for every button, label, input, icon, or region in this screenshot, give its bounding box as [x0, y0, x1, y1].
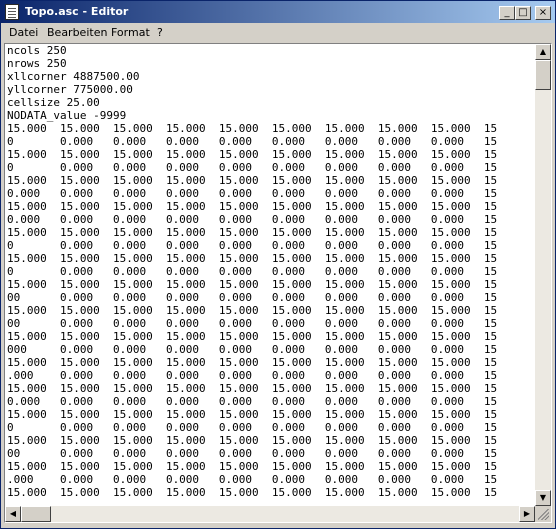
scroll-left-button[interactable]: ◀: [5, 506, 21, 522]
text-line: .000 0.000 0.000 0.000 0.000 0.000 0.000…: [7, 473, 498, 486]
text-line: 0 0.000 0.000 0.000 0.000 0.000 0.000 0.…: [7, 239, 498, 252]
text-line: 00 0.000 0.000 0.000 0.000 0.000 0.000 0…: [7, 291, 498, 304]
size-grip[interactable]: [535, 506, 551, 522]
text-line: 15.000 15.000 15.000 15.000 15.000 15.00…: [7, 148, 498, 161]
menu-bar: Datei Bearbeiten Format ?: [1, 23, 555, 42]
text-line: 0 0.000 0.000 0.000 0.000 0.000 0.000 0.…: [7, 421, 498, 434]
menu-format[interactable]: Format: [111, 26, 150, 39]
menu-help[interactable]: ?: [157, 26, 163, 39]
text-line: 15.000 15.000 15.000 15.000 15.000 15.00…: [7, 460, 498, 473]
text-line: nrows 250: [7, 57, 67, 70]
scroll-right-button[interactable]: ▶: [519, 506, 535, 522]
resize-grip-icon: [538, 509, 549, 520]
maximize-button[interactable]: □: [515, 6, 531, 20]
window-title: Topo.asc - Editor: [25, 5, 129, 18]
text-line: 15.000 15.000 15.000 15.000 15.000 15.00…: [7, 408, 498, 421]
text-line: 00 0.000 0.000 0.000 0.000 0.000 0.000 0…: [7, 317, 498, 330]
minimize-button[interactable]: _: [499, 6, 515, 20]
text-line: 15.000 15.000 15.000 15.000 15.000 15.00…: [7, 278, 498, 291]
text-line: ncols 250: [7, 44, 67, 57]
text-line: 15.000 15.000 15.000 15.000 15.000 15.00…: [7, 122, 498, 135]
text-line: 0 0.000 0.000 0.000 0.000 0.000 0.000 0.…: [7, 135, 498, 148]
file-content[interactable]: ncols 250 nrows 250 xllcorner 4887500.00 yl…: [7, 44, 534, 500]
text-line: 15.000 15.000 15.000 15.000 15.000 15.00…: [7, 382, 498, 395]
text-line: 15.000 15.000 15.000 15.000 15.000 15.00…: [7, 330, 498, 343]
close-button[interactable]: ×: [535, 6, 551, 20]
text-line: 15.000 15.000 15.000 15.000 15.000 15.00…: [7, 174, 498, 187]
scroll-up-button[interactable]: ▲: [535, 44, 551, 60]
title-bar[interactable]: Topo.asc - Editor _ □ ×: [1, 1, 555, 23]
text-line: yllcorner 775000.00: [7, 83, 133, 96]
text-line: xllcorner 4887500.00: [7, 70, 140, 83]
text-editor[interactable]: ncols 250 nrows 250 xllcorner 4887500.00 yl…: [4, 43, 552, 523]
text-line: 00 0.000 0.000 0.000 0.000 0.000 0.000 0…: [7, 447, 498, 460]
text-line: 15.000 15.000 15.000 15.000 15.000 15.00…: [7, 434, 498, 447]
horizontal-scrollbar[interactable]: ◀ ▶: [5, 506, 535, 522]
horizontal-scroll-thumb[interactable]: [21, 506, 51, 522]
vertical-scroll-thumb[interactable]: [535, 60, 551, 90]
text-line: 15.000 15.000 15.000 15.000 15.000 15.00…: [7, 252, 498, 265]
editor-window: Topo.asc - Editor _ □ × Datei Bearbeiten…: [0, 0, 556, 529]
text-line: 000 0.000 0.000 0.000 0.000 0.000 0.000 …: [7, 343, 498, 356]
text-line: 0.000 0.000 0.000 0.000 0.000 0.000 0.00…: [7, 213, 498, 226]
notepad-icon[interactable]: [5, 4, 19, 20]
text-line: 15.000 15.000 15.000 15.000 15.000 15.00…: [7, 356, 498, 369]
text-line: 15.000 15.000 15.000 15.000 15.000 15.00…: [7, 226, 498, 239]
text-line: 0.000 0.000 0.000 0.000 0.000 0.000 0.00…: [7, 187, 498, 200]
menu-bearbeiten[interactable]: Bearbeiten: [47, 26, 107, 39]
text-line: NODATA_value -9999: [7, 109, 127, 122]
text-line: .000 0.000 0.000 0.000 0.000 0.000 0.000…: [7, 369, 498, 382]
text-line: 0 0.000 0.000 0.000 0.000 0.000 0.000 0.…: [7, 161, 498, 174]
text-line: cellsize 25.00: [7, 96, 100, 109]
text-line: 15.000 15.000 15.000 15.000 15.000 15.00…: [7, 200, 498, 213]
text-line: 15.000 15.000 15.000 15.000 15.000 15.00…: [7, 304, 498, 317]
menu-datei[interactable]: Datei: [9, 26, 38, 39]
scroll-down-button[interactable]: ▼: [535, 490, 551, 506]
text-line: 0.000 0.000 0.000 0.000 0.000 0.000 0.00…: [7, 395, 498, 408]
vertical-scrollbar[interactable]: ▲ ▼: [535, 44, 551, 506]
text-line: 15.000 15.000 15.000 15.000 15.000 15.00…: [7, 486, 498, 499]
text-line: 0 0.000 0.000 0.000 0.000 0.000 0.000 0.…: [7, 265, 498, 278]
